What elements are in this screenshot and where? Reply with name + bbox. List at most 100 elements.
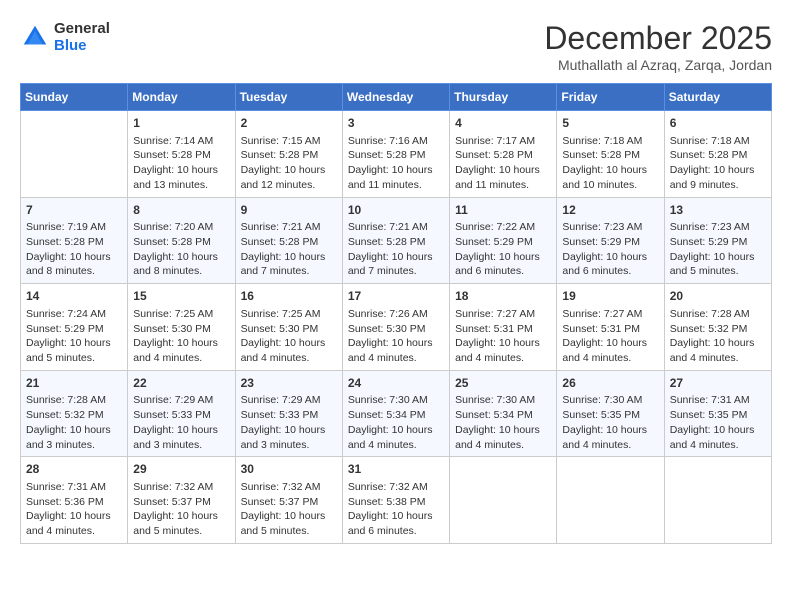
- day-info: Sunset: 5:32 PM: [670, 322, 766, 337]
- day-info: Sunrise: 7:20 AM: [133, 220, 229, 235]
- day-info: Daylight: 10 hours: [241, 250, 337, 265]
- day-info: Sunrise: 7:32 AM: [348, 480, 444, 495]
- day-number: 8: [133, 202, 229, 219]
- day-info: Daylight: 10 hours: [241, 163, 337, 178]
- day-number: 26: [562, 375, 658, 392]
- calendar-table: SundayMondayTuesdayWednesdayThursdayFrid…: [20, 83, 772, 544]
- day-info: Daylight: 10 hours: [26, 509, 122, 524]
- day-info: Sunrise: 7:25 AM: [133, 307, 229, 322]
- day-info: and 8 minutes.: [133, 264, 229, 279]
- calendar-cell: 9Sunrise: 7:21 AMSunset: 5:28 PMDaylight…: [235, 197, 342, 284]
- calendar-cell: 2Sunrise: 7:15 AMSunset: 5:28 PMDaylight…: [235, 111, 342, 198]
- day-number: 1: [133, 115, 229, 132]
- day-info: Sunset: 5:30 PM: [348, 322, 444, 337]
- day-info: Sunrise: 7:30 AM: [562, 393, 658, 408]
- day-info: Sunset: 5:37 PM: [133, 495, 229, 510]
- day-info: and 5 minutes.: [133, 524, 229, 539]
- day-number: 11: [455, 202, 551, 219]
- day-info: Sunset: 5:28 PM: [670, 148, 766, 163]
- location-title: Muthallath al Azraq, Zarqa, Jordan: [544, 57, 772, 73]
- day-info: Sunrise: 7:27 AM: [455, 307, 551, 322]
- day-info: Sunset: 5:28 PM: [241, 148, 337, 163]
- day-info: Sunrise: 7:27 AM: [562, 307, 658, 322]
- day-number: 7: [26, 202, 122, 219]
- calendar-cell: 14Sunrise: 7:24 AMSunset: 5:29 PMDayligh…: [21, 284, 128, 371]
- day-info: Sunrise: 7:29 AM: [133, 393, 229, 408]
- day-info: Daylight: 10 hours: [241, 423, 337, 438]
- logo-text: General Blue: [54, 20, 110, 54]
- calendar-cell: 1Sunrise: 7:14 AMSunset: 5:28 PMDaylight…: [128, 111, 235, 198]
- header-saturday: Saturday: [664, 84, 771, 111]
- day-info: and 7 minutes.: [241, 264, 337, 279]
- day-info: and 6 minutes.: [455, 264, 551, 279]
- day-info: Daylight: 10 hours: [670, 163, 766, 178]
- day-info: Sunrise: 7:26 AM: [348, 307, 444, 322]
- day-info: Sunrise: 7:21 AM: [241, 220, 337, 235]
- day-info: and 4 minutes.: [562, 351, 658, 366]
- day-info: Sunset: 5:36 PM: [26, 495, 122, 510]
- day-info: Sunset: 5:28 PM: [455, 148, 551, 163]
- day-info: and 11 minutes.: [348, 178, 444, 193]
- day-number: 31: [348, 461, 444, 478]
- calendar-cell: 13Sunrise: 7:23 AMSunset: 5:29 PMDayligh…: [664, 197, 771, 284]
- day-info: Sunrise: 7:18 AM: [670, 134, 766, 149]
- day-info: Sunset: 5:28 PM: [241, 235, 337, 250]
- day-info: Daylight: 10 hours: [348, 336, 444, 351]
- day-info: and 4 minutes.: [241, 351, 337, 366]
- day-info: and 8 minutes.: [26, 264, 122, 279]
- title-area: December 2025 Muthallath al Azraq, Zarqa…: [544, 20, 772, 73]
- day-info: Daylight: 10 hours: [241, 336, 337, 351]
- day-info: Sunset: 5:29 PM: [455, 235, 551, 250]
- day-info: Sunset: 5:37 PM: [241, 495, 337, 510]
- day-info: Sunrise: 7:28 AM: [670, 307, 766, 322]
- day-info: Daylight: 10 hours: [562, 163, 658, 178]
- day-info: Daylight: 10 hours: [26, 423, 122, 438]
- day-number: 3: [348, 115, 444, 132]
- day-info: Sunrise: 7:18 AM: [562, 134, 658, 149]
- calendar-cell: 20Sunrise: 7:28 AMSunset: 5:32 PMDayligh…: [664, 284, 771, 371]
- day-info: Sunset: 5:34 PM: [455, 408, 551, 423]
- day-info: and 5 minutes.: [670, 264, 766, 279]
- day-number: 30: [241, 461, 337, 478]
- day-info: and 3 minutes.: [26, 438, 122, 453]
- day-info: and 4 minutes.: [455, 351, 551, 366]
- day-info: Sunrise: 7:30 AM: [455, 393, 551, 408]
- day-info: Sunrise: 7:32 AM: [133, 480, 229, 495]
- calendar-cell: 11Sunrise: 7:22 AMSunset: 5:29 PMDayligh…: [450, 197, 557, 284]
- calendar-cell: 15Sunrise: 7:25 AMSunset: 5:30 PMDayligh…: [128, 284, 235, 371]
- day-info: Daylight: 10 hours: [670, 250, 766, 265]
- day-info: Daylight: 10 hours: [562, 250, 658, 265]
- day-info: Daylight: 10 hours: [133, 250, 229, 265]
- day-info: Daylight: 10 hours: [348, 509, 444, 524]
- day-info: Sunset: 5:33 PM: [133, 408, 229, 423]
- day-info: Daylight: 10 hours: [455, 250, 551, 265]
- day-info: Sunrise: 7:31 AM: [670, 393, 766, 408]
- day-info: and 13 minutes.: [133, 178, 229, 193]
- calendar-cell: 24Sunrise: 7:30 AMSunset: 5:34 PMDayligh…: [342, 370, 449, 457]
- day-info: Sunset: 5:35 PM: [670, 408, 766, 423]
- day-info: Sunset: 5:33 PM: [241, 408, 337, 423]
- week-row-1: 7Sunrise: 7:19 AMSunset: 5:28 PMDaylight…: [21, 197, 772, 284]
- header-tuesday: Tuesday: [235, 84, 342, 111]
- calendar-cell: 10Sunrise: 7:21 AMSunset: 5:28 PMDayligh…: [342, 197, 449, 284]
- day-info: Daylight: 10 hours: [670, 423, 766, 438]
- day-number: 18: [455, 288, 551, 305]
- calendar-cell: 6Sunrise: 7:18 AMSunset: 5:28 PMDaylight…: [664, 111, 771, 198]
- calendar-cell: 7Sunrise: 7:19 AMSunset: 5:28 PMDaylight…: [21, 197, 128, 284]
- day-info: Daylight: 10 hours: [348, 250, 444, 265]
- day-info: Daylight: 10 hours: [26, 336, 122, 351]
- day-info: and 7 minutes.: [348, 264, 444, 279]
- calendar-header-row: SundayMondayTuesdayWednesdayThursdayFrid…: [21, 84, 772, 111]
- calendar-cell: 12Sunrise: 7:23 AMSunset: 5:29 PMDayligh…: [557, 197, 664, 284]
- day-number: 24: [348, 375, 444, 392]
- day-info: Sunrise: 7:30 AM: [348, 393, 444, 408]
- week-row-0: 1Sunrise: 7:14 AMSunset: 5:28 PMDaylight…: [21, 111, 772, 198]
- day-number: 2: [241, 115, 337, 132]
- day-info: Sunrise: 7:22 AM: [455, 220, 551, 235]
- day-info: Sunset: 5:30 PM: [133, 322, 229, 337]
- day-number: 17: [348, 288, 444, 305]
- day-info: Daylight: 10 hours: [348, 163, 444, 178]
- day-info: Sunrise: 7:32 AM: [241, 480, 337, 495]
- day-number: 29: [133, 461, 229, 478]
- day-info: Sunrise: 7:28 AM: [26, 393, 122, 408]
